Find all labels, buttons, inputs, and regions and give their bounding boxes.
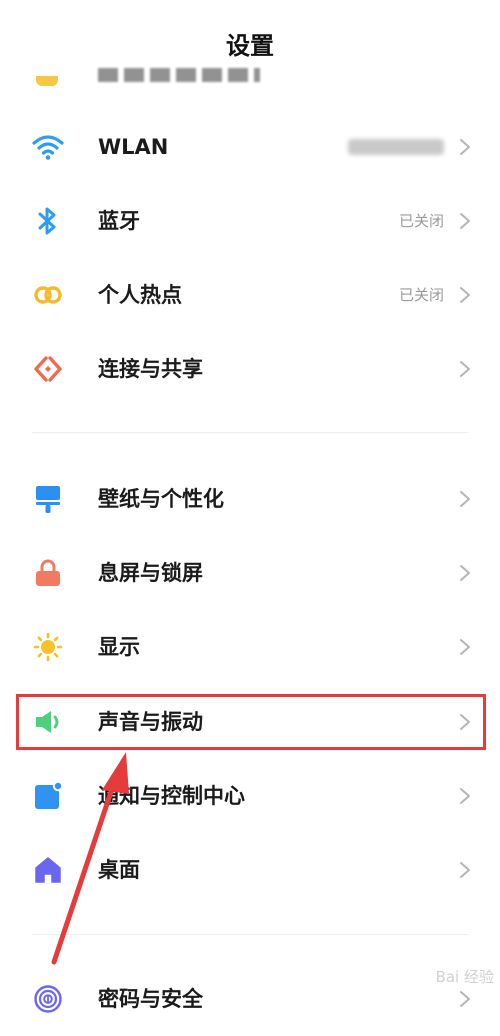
chevron-right-icon [460,287,470,303]
partial-row-icon [36,76,58,86]
settings-row-label: 桌面 [98,858,140,882]
chevron-right-icon [460,139,470,155]
settings-row-label: WLAN [98,135,169,159]
chevron-right-icon [460,213,470,229]
watermark: Bai 经验 [435,968,494,986]
chevron-right-icon [460,862,470,878]
chevron-right-icon [460,361,470,377]
bluetooth-status: 已关闭 [398,212,444,230]
settings-row-label: 连接与共享 [98,357,203,381]
page-title: 设置 [226,32,274,60]
speaker-icon [32,706,64,738]
chevron-right-icon [460,991,470,1007]
chevron-right-icon [460,788,470,804]
sun-icon [32,631,64,663]
fingerprint-icon [32,983,64,1015]
partial-row-label [98,68,260,82]
settings-row-label: 息屏与锁屏 [98,561,203,585]
settings-row-hotspot[interactable]: 个人热点 已关闭 [0,258,500,332]
section-divider [32,432,468,433]
settings-row-home-screen[interactable]: 桌面 [0,833,500,907]
hotspot-status: 已关闭 [398,286,444,304]
settings-row-notifications[interactable]: 通知与控制中心 [0,759,500,833]
chevron-right-icon [460,491,470,507]
connection-share-icon [32,353,64,385]
wallpaper-icon [32,483,64,515]
partially-visible-row [0,62,500,96]
settings-row-label: 通知与控制中心 [98,784,245,808]
settings-row-connection-sharing[interactable]: 连接与共享 [0,332,500,406]
chevron-right-icon [460,714,470,730]
home-icon [32,854,64,886]
settings-row-passwords[interactable]: 密码与安全 [0,962,500,1036]
chevron-right-icon [460,565,470,581]
bluetooth-icon [32,205,64,237]
settings-row-label: 个人热点 [98,283,182,307]
notification-icon [32,780,64,812]
section-divider [32,934,468,935]
settings-row-label: 显示 [98,635,140,659]
chevron-right-icon [460,639,470,655]
settings-row-label: 密码与安全 [98,987,203,1011]
hotspot-icon [32,279,64,311]
wlan-network-name [348,139,444,155]
settings-row-lockscreen[interactable]: 息屏与锁屏 [0,536,500,610]
settings-row-display[interactable]: 显示 [0,610,500,684]
settings-row-wlan[interactable]: WLAN [0,110,500,184]
wifi-icon [32,131,64,163]
lock-icon [32,557,64,589]
settings-row-wallpaper[interactable]: 壁纸与个性化 [0,462,500,536]
settings-row-label: 蓝牙 [98,209,140,233]
settings-row-bluetooth[interactable]: 蓝牙 已关闭 [0,184,500,258]
settings-row-label: 壁纸与个性化 [98,487,224,511]
settings-row-label: 声音与振动 [98,710,203,734]
settings-row-sound[interactable]: 声音与振动 [0,685,500,759]
